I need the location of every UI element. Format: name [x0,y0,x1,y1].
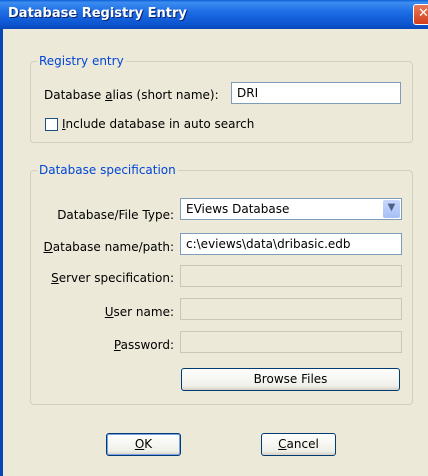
close-button[interactable]: ✕ [413,4,428,25]
title-bar[interactable]: Database Registry Entry ✕ [0,0,428,29]
file-type-value: EViews Database [186,202,290,216]
window-border [0,29,3,476]
alias-input[interactable]: DRI [231,82,401,104]
path-label: Database name/path: [43,240,174,254]
server-input[interactable] [180,265,402,287]
type-label: Database/File Type: [57,208,174,222]
path-value: c:\eviews\data\dribasic.edb [186,237,351,251]
user-input[interactable] [180,298,402,320]
ok-button[interactable]: OK [106,433,181,456]
password-label: Password: [113,338,174,352]
window-title: Database Registry Entry [8,6,187,21]
database-spec-legend: Database specification [39,163,176,177]
path-input[interactable]: c:\eviews\data\dribasic.edb [180,233,402,255]
browse-files-button[interactable]: Browse Files [181,368,400,391]
dialog-window: Database Registry Entry ✕ Registry entry… [0,0,428,476]
autosearch-label[interactable]: Include database in auto search [62,117,254,131]
file-type-select[interactable]: EViews Database ▼ [180,198,402,220]
server-label: Server specification: [51,271,174,285]
chevron-down-icon[interactable]: ▼ [383,200,400,218]
autosearch-checkbox[interactable] [45,118,58,131]
close-icon: ✕ [418,6,428,21]
user-label: User name: [104,305,174,319]
registry-entry-legend: Registry entry [39,54,124,68]
alias-value: DRI [237,86,259,100]
cancel-button[interactable]: Cancel [261,433,336,456]
password-input[interactable] [180,331,402,353]
alias-label: Database alias (short name): [44,88,219,102]
